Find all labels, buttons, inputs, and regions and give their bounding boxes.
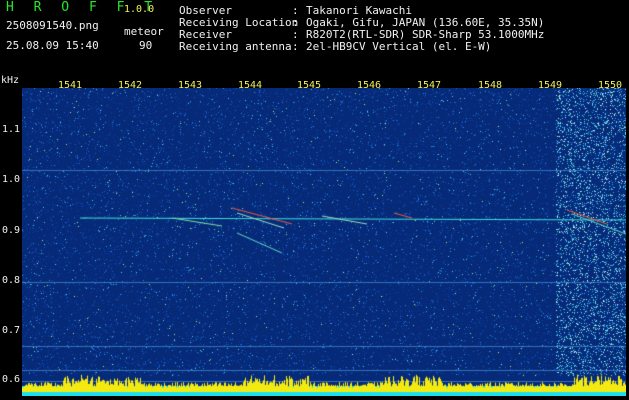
capture-datetime: 25.08.09 15:40 [6,39,99,52]
meta-separator: : [292,40,299,53]
y-tick-label: 1.0 [2,174,21,185]
frequency-unit-label: kHz [1,75,20,86]
file-name: 2508091540.png [6,19,99,32]
meta-value-antenna: 2el-HB9CV Vertical (el. E-W) [306,40,492,53]
y-tick-label: 0.7 [2,325,21,336]
app-version: 1.0.0 [124,4,155,15]
y-tick-label: 0.8 [2,275,21,286]
meta-key-antenna: Receiving antenna [179,40,292,53]
detection-mode: meteor [124,25,164,38]
spectrogram-canvas [22,88,626,396]
hrofft-window: H R O F F T 1.0.0 2508091540.png meteor … [0,0,629,400]
y-tick-label: 1.1 [2,124,21,135]
y-tick-label: 0.9 [2,225,21,236]
y-tick-label: 0.6 [2,374,21,385]
spectrogram-plot [22,88,626,396]
meteor-count: 90 [139,39,153,52]
